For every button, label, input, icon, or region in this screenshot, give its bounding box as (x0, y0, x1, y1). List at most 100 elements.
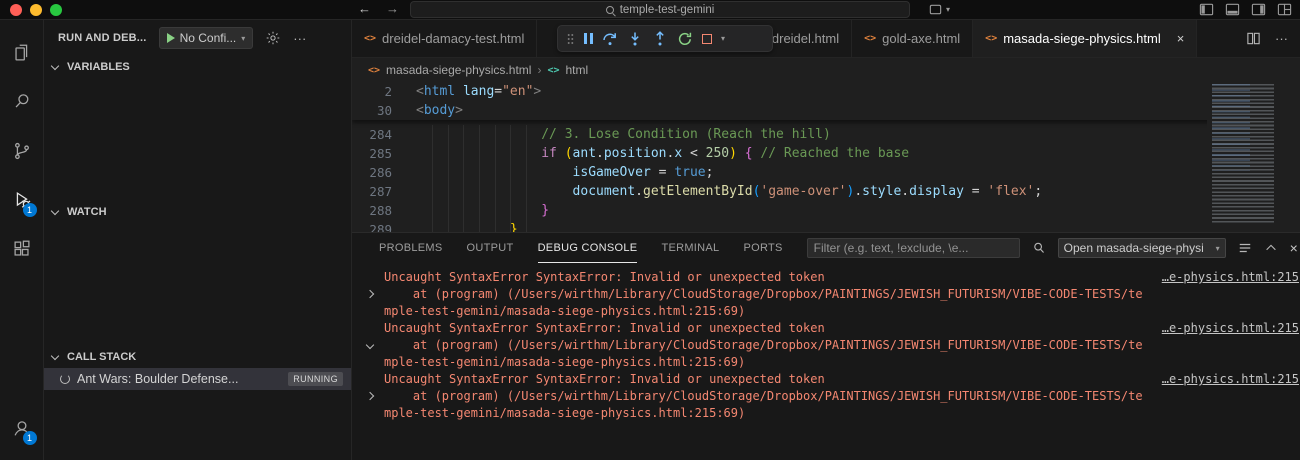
line-number: 284 (369, 127, 392, 142)
back-icon[interactable]: ← (358, 1, 371, 16)
extensions-icon (11, 238, 33, 260)
indent-guide (463, 125, 464, 232)
call-stack-section-label: CALL STACK (67, 351, 137, 363)
console-stack-line: at (program) (/Users/wirthm/Library/Clou… (384, 389, 1143, 403)
stack-expand-chevron-icon[interactable] (365, 340, 375, 350)
watch-section-body (44, 223, 351, 346)
console-error-message: Uncaught SyntaxError SyntaxError: Invali… (384, 270, 825, 284)
console-error-block: Uncaught SyntaxError SyntaxError: Invali… (352, 269, 1300, 320)
tab-debug-console[interactable]: DEBUG CONSOLE (537, 233, 638, 263)
tab-terminal[interactable]: TERMINAL (661, 233, 719, 263)
drag-grip-icon[interactable] (566, 31, 575, 47)
search-icon (605, 5, 614, 14)
console-error-block: Uncaught SyntaxError SyntaxError: Invali… (352, 320, 1300, 371)
more-actions-icon[interactable]: ··· (293, 31, 306, 46)
indent-guide (495, 125, 496, 232)
editor-tab-strip: <> dreidel-damacy-test.html <> 3ddreidel… (352, 20, 1300, 58)
stack-expand-chevron-icon[interactable] (365, 391, 375, 401)
breadcrumb-symbol[interactable]: html (565, 63, 588, 77)
tab-dreidel-damacy-test[interactable]: <> dreidel-damacy-test.html (352, 20, 538, 57)
tab-problems[interactable]: PROBLEMS (379, 233, 443, 263)
sidebar-item-explorer[interactable] (0, 28, 44, 77)
customize-layout-icon[interactable] (1277, 2, 1292, 17)
debug-console-output[interactable]: Uncaught SyntaxError SyntaxError: Invali… (352, 263, 1300, 460)
debug-configuration-dropdown[interactable]: No Confi... ▾ (158, 27, 254, 49)
watch-section-header[interactable]: WATCH (44, 201, 351, 223)
pause-button[interactable] (584, 33, 593, 44)
search-icon[interactable] (1032, 241, 1046, 255)
close-tab-icon[interactable]: × (1177, 31, 1185, 46)
sidebar-item-extensions[interactable] (0, 224, 44, 273)
line-number: 30 (376, 103, 392, 118)
line-number: 287 (369, 184, 392, 199)
breadcrumb-file[interactable]: masada-siege-physics.html (386, 63, 531, 77)
tab-gold-axe[interactable]: <> gold-axe.html (852, 20, 974, 57)
bottom-panel: PROBLEMS OUTPUT DEBUG CONSOLE TERMINAL P… (352, 232, 1300, 460)
call-stack-section-header[interactable]: CALL STACK (44, 346, 351, 368)
console-session-label: Open masada-siege-physi (1063, 241, 1204, 255)
sidebar-title: RUN AND DEB... (58, 32, 147, 44)
restart-button[interactable] (677, 31, 693, 47)
tab-label: dreidel-damacy-test.html (382, 31, 525, 46)
stack-expand-chevron-icon[interactable] (365, 289, 375, 299)
forward-icon[interactable]: → (386, 1, 399, 16)
chevron-down-icon (50, 61, 60, 70)
variables-section-body (44, 78, 351, 201)
line-number: 286 (369, 165, 392, 180)
step-into-button[interactable] (627, 31, 643, 47)
close-window-button[interactable] (10, 4, 22, 16)
console-filter-input[interactable] (806, 238, 1020, 258)
console-session-picker[interactable]: Open masada-siege-physi ▾ (1057, 238, 1226, 258)
step-out-button[interactable] (652, 30, 668, 47)
call-stack-session-row[interactable]: Ant Wars: Boulder Defense... RUNNING (44, 368, 351, 390)
close-panel-icon[interactable]: × (1290, 241, 1298, 255)
zoom-window-button[interactable] (50, 4, 62, 16)
command-center[interactable]: temple-test-gemini (410, 1, 910, 18)
variables-section-header[interactable]: VARIABLES (44, 56, 351, 78)
console-options-icon[interactable] (1238, 241, 1252, 255)
console-stack-line: at (program) (/Users/wirthm/Library/Clou… (384, 287, 1143, 301)
tab-output[interactable]: OUTPUT (467, 233, 514, 263)
new-window-icon[interactable]: ▾ (928, 2, 950, 17)
stop-button[interactable] (702, 33, 712, 44)
html-file-icon: <> (368, 64, 381, 76)
chevron-down-icon[interactable]: ▾ (721, 34, 725, 43)
maximize-panel-icon[interactable] (1264, 241, 1278, 255)
editor-group: <> dreidel-damacy-test.html <> 3ddreidel… (351, 20, 1300, 460)
html-file-icon: <> (364, 33, 377, 44)
minimize-window-button[interactable] (30, 4, 42, 16)
console-source-link[interactable]: …e-physics.html:215 (1162, 320, 1299, 337)
console-source-link[interactable]: …e-physics.html:215 (1162, 371, 1299, 388)
chevron-down-icon: ▾ (241, 33, 246, 43)
indent-guide (526, 125, 527, 232)
breadcrumb: <> masada-siege-physics.html › <> html (352, 58, 1300, 82)
panel-header: PROBLEMS OUTPUT DEBUG CONSOLE TERMINAL P… (352, 233, 1300, 263)
toggle-secondary-sidebar-icon[interactable] (1251, 2, 1266, 17)
more-actions-icon[interactable]: ··· (1275, 31, 1288, 46)
tab-ports[interactable]: PORTS (743, 233, 782, 263)
call-stack-session-label: Ant Wars: Boulder Defense... (77, 372, 239, 386)
console-stack-line: mple-test-gemini/masada-siege-physics.ht… (384, 355, 746, 369)
console-stack-line: mple-test-gemini/masada-siege-physics.ht… (384, 406, 746, 420)
toggle-panel-icon[interactable] (1225, 2, 1240, 17)
code-editor[interactable]: 2 <html lang="en"> 30 <body> 284 // 3. Lose… (352, 82, 1300, 232)
toggle-primary-sidebar-icon[interactable] (1199, 2, 1214, 17)
minimap[interactable] (1207, 82, 1300, 232)
sidebar-item-source-control[interactable] (0, 126, 44, 175)
console-stack-line: mple-test-gemini/masada-siege-physics.ht… (384, 304, 746, 318)
start-debug-icon[interactable] (166, 33, 175, 43)
tab-masada-siege-physics[interactable]: <> masada-siege-physics.html × (973, 20, 1198, 57)
accounts-item[interactable]: 1 (0, 403, 44, 452)
console-source-link[interactable]: …e-physics.html:215 (1162, 269, 1299, 286)
split-editor-icon[interactable] (1246, 31, 1261, 46)
sidebar-item-run-and-debug[interactable]: 1 (0, 175, 44, 224)
chevron-down-icon (50, 351, 60, 360)
console-stack-line: at (program) (/Users/wirthm/Library/Clou… (384, 338, 1143, 352)
sidebar-item-search[interactable] (0, 77, 44, 126)
step-over-button[interactable] (602, 31, 618, 47)
titlebar: ← → temple-test-gemini ▾ (0, 0, 1300, 20)
console-error-message: Uncaught SyntaxError SyntaxError: Invali… (384, 321, 825, 335)
debug-sessions-badge: 1 (22, 203, 37, 217)
watch-section-label: WATCH (67, 206, 107, 218)
debug-settings-gear-icon[interactable] (266, 31, 280, 45)
